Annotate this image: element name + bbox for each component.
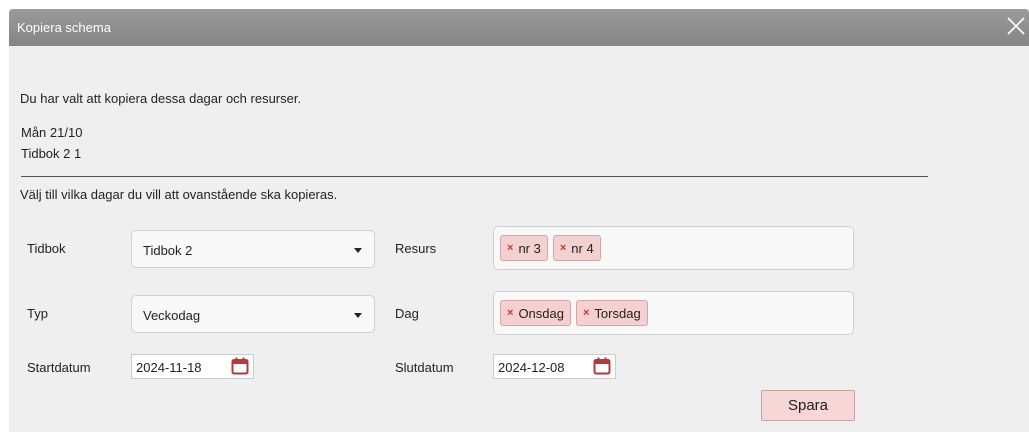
resurs-label: Resurs — [395, 241, 437, 256]
close-icon[interactable] — [1005, 15, 1027, 37]
dag-tag-label: Onsdag — [518, 305, 564, 321]
slutdatum-value: 2024-12-08 — [498, 360, 565, 375]
typ-label: Typ — [27, 306, 48, 321]
tidbok-select[interactable]: Tidbok 2 — [131, 230, 375, 268]
slutdatum-input[interactable]: 2024-12-08 — [493, 354, 616, 379]
typ-select[interactable]: Veckodag — [131, 295, 375, 333]
calendar-icon[interactable] — [593, 357, 611, 375]
dialog-body: Du har valt att kopiera dessa dagar och … — [9, 46, 1029, 432]
instruction-text: Välj till vilka dagar du vill att ovanst… — [20, 187, 338, 202]
selected-day: Mån 21/10 — [21, 125, 83, 140]
remove-tag-icon[interactable]: × — [507, 242, 513, 254]
resurs-multiselect[interactable]: × nr 3 × nr 4 — [493, 226, 854, 270]
startdatum-label: Startdatum — [27, 360, 91, 375]
startdatum-value: 2024-11-18 — [136, 360, 202, 375]
dag-multiselect[interactable]: × Onsdag × Torsdag — [493, 291, 854, 335]
resurs-tag-label: nr 4 — [571, 240, 594, 256]
dag-tag-label: Torsdag — [594, 305, 641, 321]
slutdatum-label: Slutdatum — [395, 360, 454, 375]
remove-tag-icon[interactable]: × — [560, 242, 566, 254]
resurs-tag[interactable]: × nr 3 — [500, 235, 548, 261]
tidbok-value: Tidbok 2 — [143, 243, 193, 258]
chevron-down-icon — [354, 313, 362, 318]
resurs-tag-label: nr 3 — [518, 240, 541, 256]
resurs-tag[interactable]: × nr 4 — [552, 235, 601, 261]
dag-label: Dag — [395, 306, 419, 321]
remove-tag-icon[interactable]: × — [583, 307, 589, 319]
typ-value: Veckodag — [143, 308, 201, 323]
chevron-down-icon — [354, 248, 362, 253]
selected-resource: Tidbok 2 1 — [21, 146, 82, 161]
save-button[interactable]: Spara — [761, 390, 855, 421]
remove-tag-icon[interactable]: × — [507, 307, 513, 319]
dag-tag[interactable]: × Torsdag — [575, 300, 648, 326]
startdatum-input[interactable]: 2024-11-18 — [131, 354, 254, 379]
copy-schedule-dialog: Kopiera schema Du har valt att kopiera d… — [9, 9, 1029, 432]
divider — [21, 176, 928, 177]
calendar-icon[interactable] — [231, 357, 249, 375]
dag-tag[interactable]: × Onsdag — [500, 300, 571, 326]
tidbok-label: Tidbok — [27, 241, 66, 256]
intro-text: Du har valt att kopiera dessa dagar och … — [20, 91, 302, 106]
dialog-titlebar: Kopiera schema — [9, 9, 1029, 46]
dialog-title: Kopiera schema — [17, 20, 111, 35]
